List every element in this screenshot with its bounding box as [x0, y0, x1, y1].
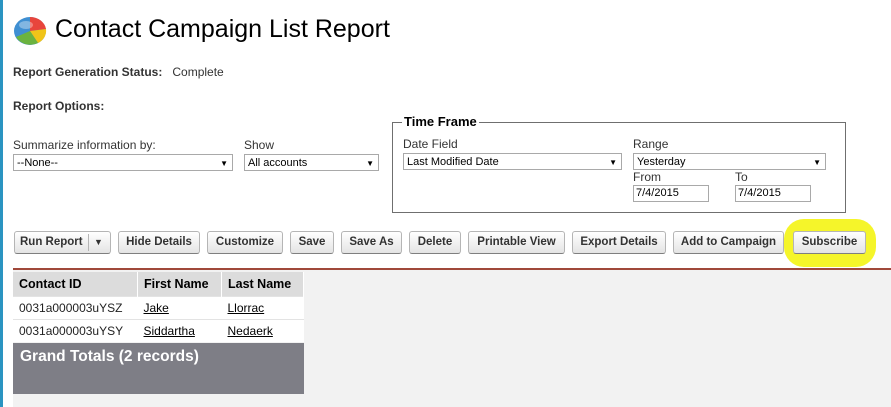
- status-label: Report Generation Status:: [13, 65, 163, 79]
- add-to-campaign-button[interactable]: Add to Campaign: [673, 231, 784, 254]
- delete-button[interactable]: Delete: [409, 231, 461, 254]
- date-field-value: Last Modified Date: [407, 156, 499, 168]
- column-header-first-name[interactable]: First Name: [137, 272, 222, 297]
- column-header-last-name[interactable]: Last Name: [221, 272, 304, 297]
- export-details-button[interactable]: Export Details: [572, 231, 666, 254]
- last-name-link[interactable]: Nedaerk: [228, 324, 273, 338]
- from-label: From: [633, 170, 661, 184]
- time-frame-legend: Time Frame: [402, 114, 479, 129]
- show-label: Show: [244, 138, 275, 152]
- summarize-value: --None--: [17, 157, 58, 169]
- chevron-down-icon[interactable]: ▼: [94, 232, 103, 253]
- page-title: Contact Campaign List Report: [55, 15, 390, 43]
- show-value: All accounts: [248, 157, 308, 169]
- status-value: Complete: [172, 65, 224, 79]
- grand-totals-row: Grand Totals (2 records): [13, 343, 304, 394]
- date-field-select[interactable]: Last Modified Date ▼: [403, 153, 622, 170]
- column-header-contact-id[interactable]: Contact ID: [13, 272, 138, 297]
- subscribe-button[interactable]: Subscribe: [793, 231, 866, 254]
- report-chart-icon: [14, 16, 47, 45]
- save-as-button[interactable]: Save As: [341, 231, 402, 254]
- summarize-select[interactable]: --None-- ▼: [13, 154, 233, 171]
- contact-id-cell: 0031a000003uYSZ: [13, 296, 138, 320]
- report-top-rule: [13, 268, 891, 270]
- run-report-label: Run Report: [20, 236, 83, 248]
- first-name-link[interactable]: Jake: [144, 301, 169, 315]
- last-name-cell: Llorrac: [221, 296, 304, 320]
- date-field-label: Date Field: [403, 137, 458, 151]
- report-options-heading: Report Options:: [13, 99, 105, 113]
- printable-view-button[interactable]: Printable View: [468, 231, 565, 254]
- run-report-button[interactable]: Run Report ▼: [14, 231, 111, 254]
- chevron-down-icon: ▼: [220, 159, 228, 168]
- save-button[interactable]: Save: [290, 231, 334, 254]
- to-label: To: [735, 170, 748, 184]
- split-divider: [88, 234, 89, 251]
- report-table: Contact ID First Name Last Name 0031a000…: [13, 272, 304, 342]
- table-row: 0031a000003uYSY Siddartha Nedaerk: [13, 319, 304, 342]
- range-value: Yesterday: [637, 156, 686, 168]
- chevron-down-icon: ▼: [813, 158, 821, 167]
- last-name-cell: Nedaerk: [221, 319, 304, 342]
- hide-details-button[interactable]: Hide Details: [118, 231, 200, 254]
- to-date-input[interactable]: 7/4/2015: [735, 185, 811, 202]
- contact-id-cell: 0031a000003uYSY: [13, 319, 138, 342]
- first-name-cell: Siddartha: [137, 319, 222, 342]
- summarize-label: Summarize information by:: [13, 138, 156, 152]
- from-date-input[interactable]: 7/4/2015: [633, 185, 709, 202]
- range-label: Range: [633, 137, 669, 151]
- range-select[interactable]: Yesterday ▼: [633, 153, 826, 170]
- report-status: Report Generation Status: Complete: [13, 65, 224, 79]
- table-row: 0031a000003uYSZ Jake Llorrac: [13, 296, 304, 320]
- customize-button[interactable]: Customize: [207, 231, 283, 254]
- chevron-down-icon: ▼: [366, 159, 374, 168]
- table-header-row: Contact ID First Name Last Name: [13, 272, 304, 297]
- first-name-link[interactable]: Siddartha: [144, 324, 195, 338]
- chevron-down-icon: ▼: [609, 158, 617, 167]
- left-edge-rule: [0, 0, 3, 407]
- last-name-link[interactable]: Llorrac: [228, 301, 265, 315]
- show-select[interactable]: All accounts ▼: [244, 154, 379, 171]
- first-name-cell: Jake: [137, 296, 222, 320]
